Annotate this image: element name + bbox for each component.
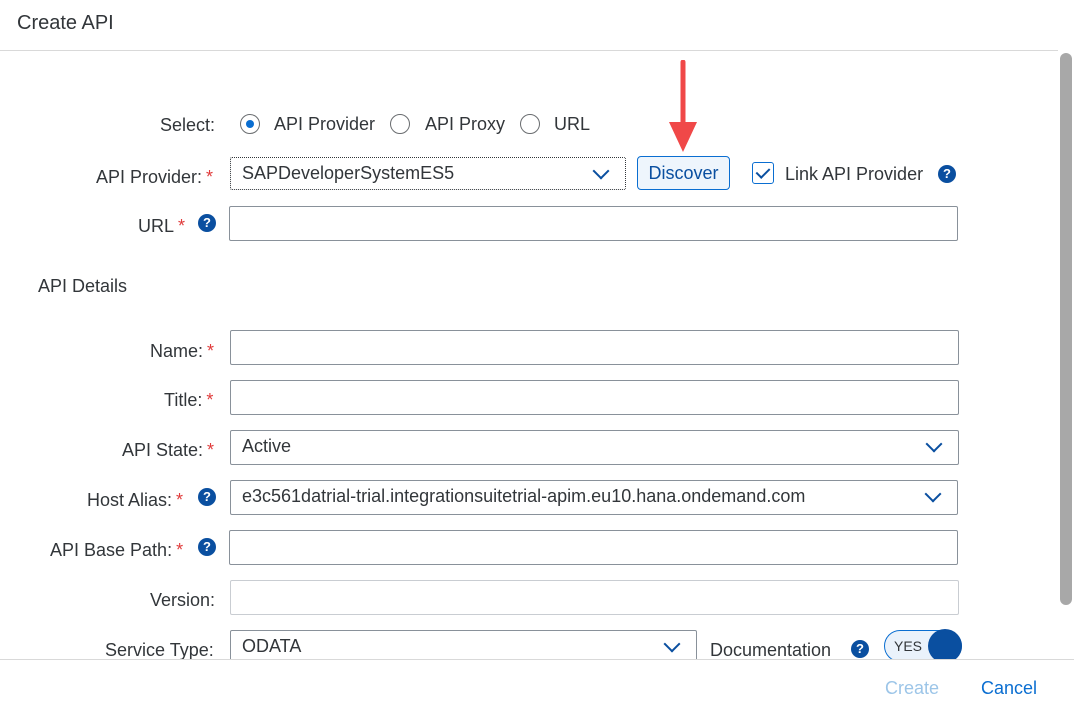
name-input[interactable] (230, 330, 959, 365)
documentation-toggle[interactable]: YES (884, 629, 962, 663)
chevron-down-icon[interactable] (925, 435, 943, 453)
chevron-down-icon[interactable] (592, 162, 610, 180)
radio-api-provider-label[interactable]: API Provider (274, 114, 375, 135)
host-alias-label-text: Host Alias: (87, 490, 173, 510)
host-alias-label: Host Alias: * (87, 490, 183, 511)
red-arrow-annotation (669, 60, 697, 152)
url-label: URL * (138, 216, 185, 237)
help-icon[interactable]: ? (938, 165, 956, 183)
service-type-label: Service Type: (105, 640, 214, 660)
select-label: Select: (160, 115, 216, 135)
version-label: Version: (150, 590, 216, 610)
api-state-select[interactable]: Active (230, 430, 959, 465)
cancel-button[interactable]: Cancel (981, 678, 1037, 699)
toggle-state-text: YES (894, 638, 923, 654)
help-icon[interactable]: ? (198, 488, 216, 506)
link-api-provider-label: Link API Provider (785, 164, 924, 184)
create-button[interactable]: Create (885, 678, 939, 699)
api-provider-value: SAPDeveloperSystemES5 (242, 163, 455, 183)
radio-url-circle[interactable] (520, 114, 540, 134)
dialog-title: Create API (17, 12, 114, 34)
discover-button[interactable]: Discover (637, 156, 730, 190)
required-asterisk: * (176, 540, 184, 560)
title-label-text: Title: (164, 390, 203, 410)
help-icon[interactable]: ? (851, 640, 869, 658)
api-provider-label: API Provider: * (96, 167, 213, 188)
name-label: Name: * (150, 341, 214, 362)
required-asterisk: * (206, 167, 214, 187)
required-asterisk: * (178, 216, 186, 236)
scrollbar-thumb[interactable] (1060, 53, 1072, 605)
chevron-down-icon[interactable] (924, 485, 942, 503)
title-input[interactable] (230, 380, 959, 415)
radio-api-proxy-circle[interactable] (390, 114, 410, 134)
api-provider-select[interactable]: SAPDeveloperSystemES5 (230, 157, 626, 190)
url-label-text: URL (138, 216, 175, 236)
api-base-path-input[interactable] (229, 530, 958, 565)
service-type-value: ODATA (242, 636, 302, 656)
api-provider-label-text: API Provider: (96, 167, 203, 187)
api-base-path-label: API Base Path: * (50, 540, 183, 561)
documentation-label: Documentation (710, 640, 832, 660)
name-label-text: Name: (150, 341, 204, 361)
api-details-heading: API Details (38, 276, 128, 296)
title-label: Title: * (164, 390, 213, 411)
toggle-knob[interactable] (928, 629, 962, 663)
version-input[interactable] (230, 580, 959, 615)
api-base-path-label-text: API Base Path: (50, 540, 173, 560)
required-asterisk: * (176, 490, 184, 510)
dialog-header: Create API (0, 0, 1074, 51)
help-icon[interactable]: ? (198, 538, 216, 556)
required-asterisk: * (207, 341, 215, 361)
chevron-down-icon[interactable] (663, 635, 681, 653)
radio-api-proxy-label[interactable]: API Proxy (425, 114, 505, 135)
api-state-label-text: API State: (122, 440, 204, 460)
radio-selected-dot (246, 120, 254, 128)
host-alias-value: e3c561datrial-trial.integrationsuitetria… (242, 486, 806, 506)
required-asterisk: * (207, 440, 215, 460)
api-state-value: Active (242, 436, 292, 456)
radio-api-provider-circle[interactable] (240, 114, 260, 134)
host-alias-select[interactable]: e3c561datrial-trial.integrationsuitetria… (230, 480, 958, 515)
required-asterisk: * (206, 390, 214, 410)
link-api-provider-checkbox[interactable] (752, 162, 774, 184)
url-input[interactable] (229, 206, 958, 241)
dialog-footer: Create Cancel (0, 659, 1074, 709)
checkmark-icon (755, 164, 771, 179)
api-state-label: API State: * (122, 440, 214, 461)
radio-url-label[interactable]: URL (554, 114, 590, 135)
help-icon[interactable]: ? (198, 214, 216, 232)
